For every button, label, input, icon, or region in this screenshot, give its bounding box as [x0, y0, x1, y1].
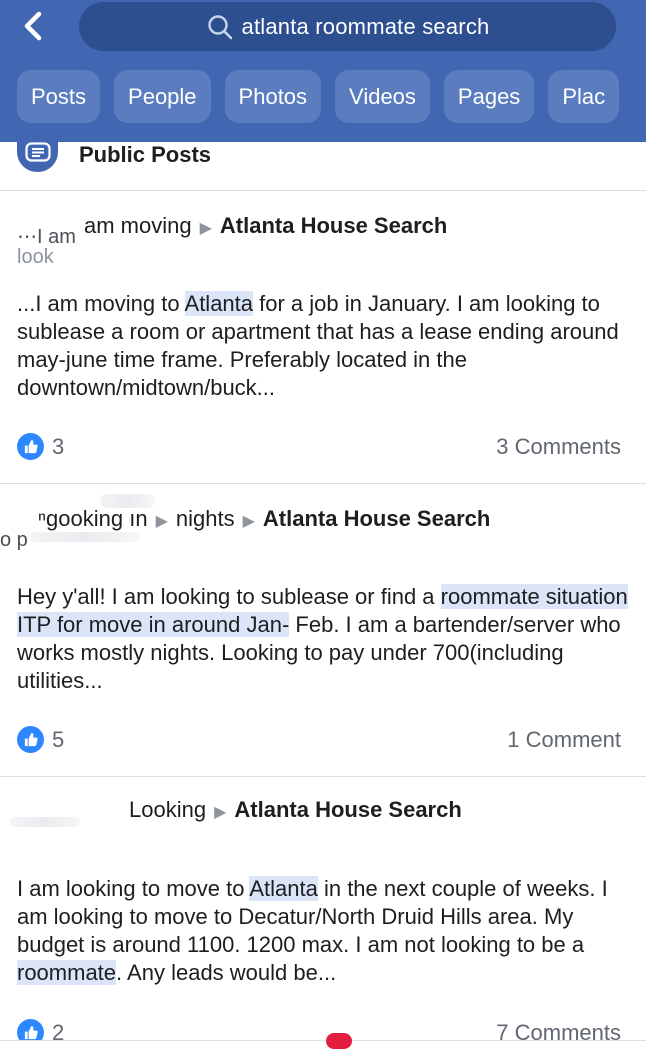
post-text: ...I am moving to [17, 291, 185, 316]
filter-places[interactable]: Plac [548, 70, 620, 123]
post-text: I am looking to move to [17, 876, 250, 901]
post-card[interactable]: ⋯I am look am moving ▶ Atlanta House Searc… [0, 191, 646, 484]
section-title: Public Posts [79, 142, 212, 167]
group-link[interactable]: Atlanta House Search [263, 506, 490, 531]
author-name-garbled-2: look [17, 246, 54, 268]
post-text: Hey y'all! I am looking to sublease or f… [17, 584, 441, 609]
back-button[interactable] [16, 8, 50, 44]
author-name-garbled: o p [0, 529, 28, 551]
post-meta: am moving ▶ Atlanta House Search [84, 213, 447, 239]
filter-people[interactable]: People [114, 70, 211, 123]
search-bar[interactable]: atlanta roommate search [79, 2, 616, 51]
post-lead: Looking [129, 797, 207, 822]
triangle-right-icon: ▶ [199, 220, 212, 237]
public-posts-section: Public Posts [0, 134, 646, 191]
post-card[interactable]: Looking ▶ Atlanta House Search I am lookin… [0, 777, 646, 1046]
post-text-highlight: roommate [17, 960, 117, 985]
filter-photos[interactable]: Photos [224, 70, 322, 123]
filter-pages[interactable]: Pages [443, 70, 535, 123]
search-query[interactable]: atlanta roommate search [242, 14, 490, 40]
filter-posts[interactable]: Posts [17, 70, 101, 123]
filter-tabs: Posts People Photos Videos Pages Plac [17, 70, 646, 123]
post-meta: ⁿɡooking ın ▶ nights ▶ Atlanta House Search [38, 506, 490, 532]
likes-number: 5 [52, 726, 65, 752]
post-lead: ⁿɡooking ın [38, 506, 148, 531]
blurred-text [30, 532, 140, 542]
thumbs-up-icon [17, 433, 44, 460]
comments-link[interactable]: 1 Comment [507, 727, 621, 753]
post-lead: am moving [84, 213, 192, 238]
post-body: I am looking to move to Atlanta in the n… [17, 875, 629, 987]
blurred-avatar [10, 817, 80, 827]
post-text: . Any leads would be... [116, 960, 337, 985]
group-link[interactable]: Atlanta House Search [234, 797, 461, 822]
filter-videos[interactable]: Videos [335, 70, 430, 123]
post-body: ...I am moving to Atlanta for a job in J… [17, 290, 629, 402]
post-lead-2: nights [175, 506, 235, 531]
notification-badge [326, 1033, 352, 1049]
post-meta: Looking ▶ Atlanta House Search [129, 797, 462, 823]
post-text-highlight: Atlanta [249, 876, 318, 901]
comments-link[interactable]: 3 Comments [496, 434, 621, 460]
group-link[interactable]: Atlanta House Search [220, 213, 447, 238]
post-card[interactable]: o p ⁿɡooking ın ▶ nights ▶ Atlanta House Sea… [0, 484, 646, 777]
post-text-highlight: Atlanta [184, 291, 254, 316]
like-count[interactable]: 5 [17, 726, 64, 753]
triangle-right-icon: ▶ [242, 513, 255, 530]
thumbs-up-icon [17, 726, 44, 753]
search-header: atlanta roommate search Posts People Photo… [0, 0, 646, 142]
likes-number: 3 [52, 433, 65, 459]
chevron-left-icon [24, 11, 42, 41]
post-body: Hey y'all! I am looking to sublease or f… [17, 583, 629, 695]
search-icon [207, 14, 232, 39]
posts-icon [17, 134, 58, 172]
like-count[interactable]: 3 [17, 433, 64, 460]
triangle-right-icon: ▶ [214, 804, 227, 821]
author-name-garbled: ⋯I am [17, 226, 76, 248]
triangle-right-icon: ▶ [155, 513, 168, 530]
